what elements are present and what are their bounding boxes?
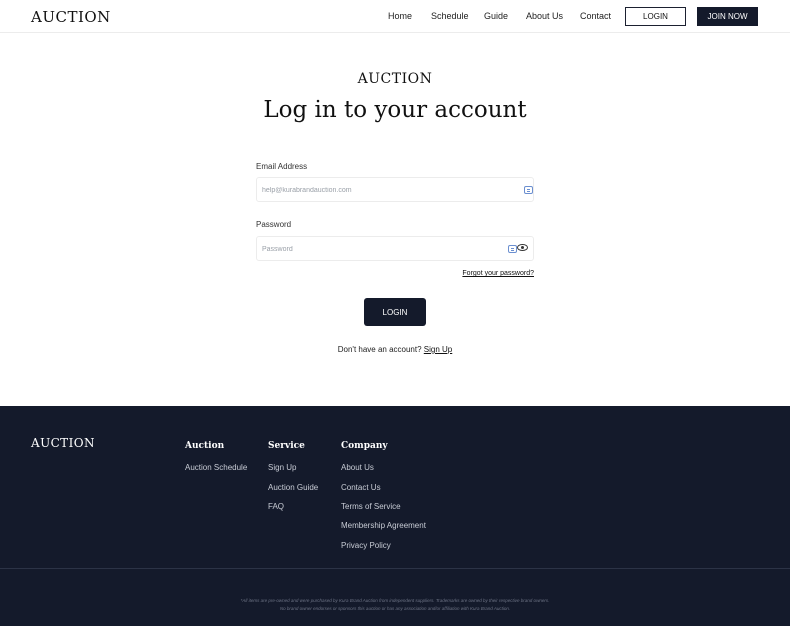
- site-header: AUCTION Home Schedule Guide About Us Con…: [0, 0, 790, 33]
- join-now-button[interactable]: JOIN NOW: [697, 7, 758, 26]
- password-label: Password: [256, 220, 292, 229]
- signup-link[interactable]: Sign Up: [424, 345, 452, 354]
- footer-link-privacy[interactable]: Privacy Policy: [341, 541, 391, 550]
- footer-link-membership[interactable]: Membership Agreement: [341, 521, 426, 530]
- footer-disclaimer: *All items are pre-owned and were purcha…: [0, 597, 790, 613]
- nav-home[interactable]: Home: [388, 11, 412, 21]
- nav-contact[interactable]: Contact: [580, 11, 611, 21]
- email-field-wrapper: [256, 177, 534, 202]
- footer-company-title: Company: [341, 441, 388, 451]
- nav-about-us[interactable]: About Us: [526, 11, 563, 21]
- footer-link-terms[interactable]: Terms of Service: [341, 502, 401, 511]
- forgot-password-link[interactable]: Forgot your password?: [462, 270, 534, 277]
- header-login-button[interactable]: LOGIN: [625, 7, 686, 26]
- form-logo: AUCTION: [357, 71, 433, 87]
- footer-link-auction-guide[interactable]: Auction Guide: [268, 483, 318, 492]
- footer-link-contact-us[interactable]: Contact Us: [341, 483, 381, 492]
- header-logo[interactable]: AUCTION: [31, 8, 111, 26]
- footer-link-auction-schedule[interactable]: Auction Schedule: [185, 463, 247, 472]
- footer-logo[interactable]: AUCTION: [31, 436, 95, 450]
- footer-link-sign-up[interactable]: Sign Up: [268, 463, 296, 472]
- email-field[interactable]: [262, 184, 502, 196]
- footer-auction-title: Auction: [185, 441, 225, 451]
- footer-link-about-us[interactable]: About Us: [341, 463, 374, 472]
- page-title: Log in to your account: [263, 97, 527, 123]
- signup-prompt: Don't have an account?: [337, 345, 422, 354]
- eye-icon[interactable]: [517, 244, 528, 251]
- footer-link-faq[interactable]: FAQ: [268, 502, 284, 511]
- autofill-icon[interactable]: [508, 245, 517, 253]
- footer-service-title: Service: [268, 441, 305, 451]
- password-field-wrapper: [256, 236, 534, 261]
- disclaimer-line-2: No brand owner endorses or sponsors this…: [279, 606, 511, 611]
- signup-line: Don't have an account? Sign Up: [0, 345, 790, 354]
- autofill-icon[interactable]: [524, 186, 533, 194]
- email-label: Email Address: [256, 162, 308, 171]
- disclaimer-line-1: *All items are pre-owned and were purcha…: [240, 598, 550, 603]
- password-field[interactable]: [262, 243, 502, 255]
- footer-divider: [0, 568, 790, 569]
- nav-schedule[interactable]: Schedule: [431, 11, 469, 21]
- nav-guide[interactable]: Guide: [484, 11, 508, 21]
- site-footer: AUCTION Auction Auction Schedule Service…: [0, 406, 790, 626]
- login-button[interactable]: LOGIN: [364, 298, 426, 326]
